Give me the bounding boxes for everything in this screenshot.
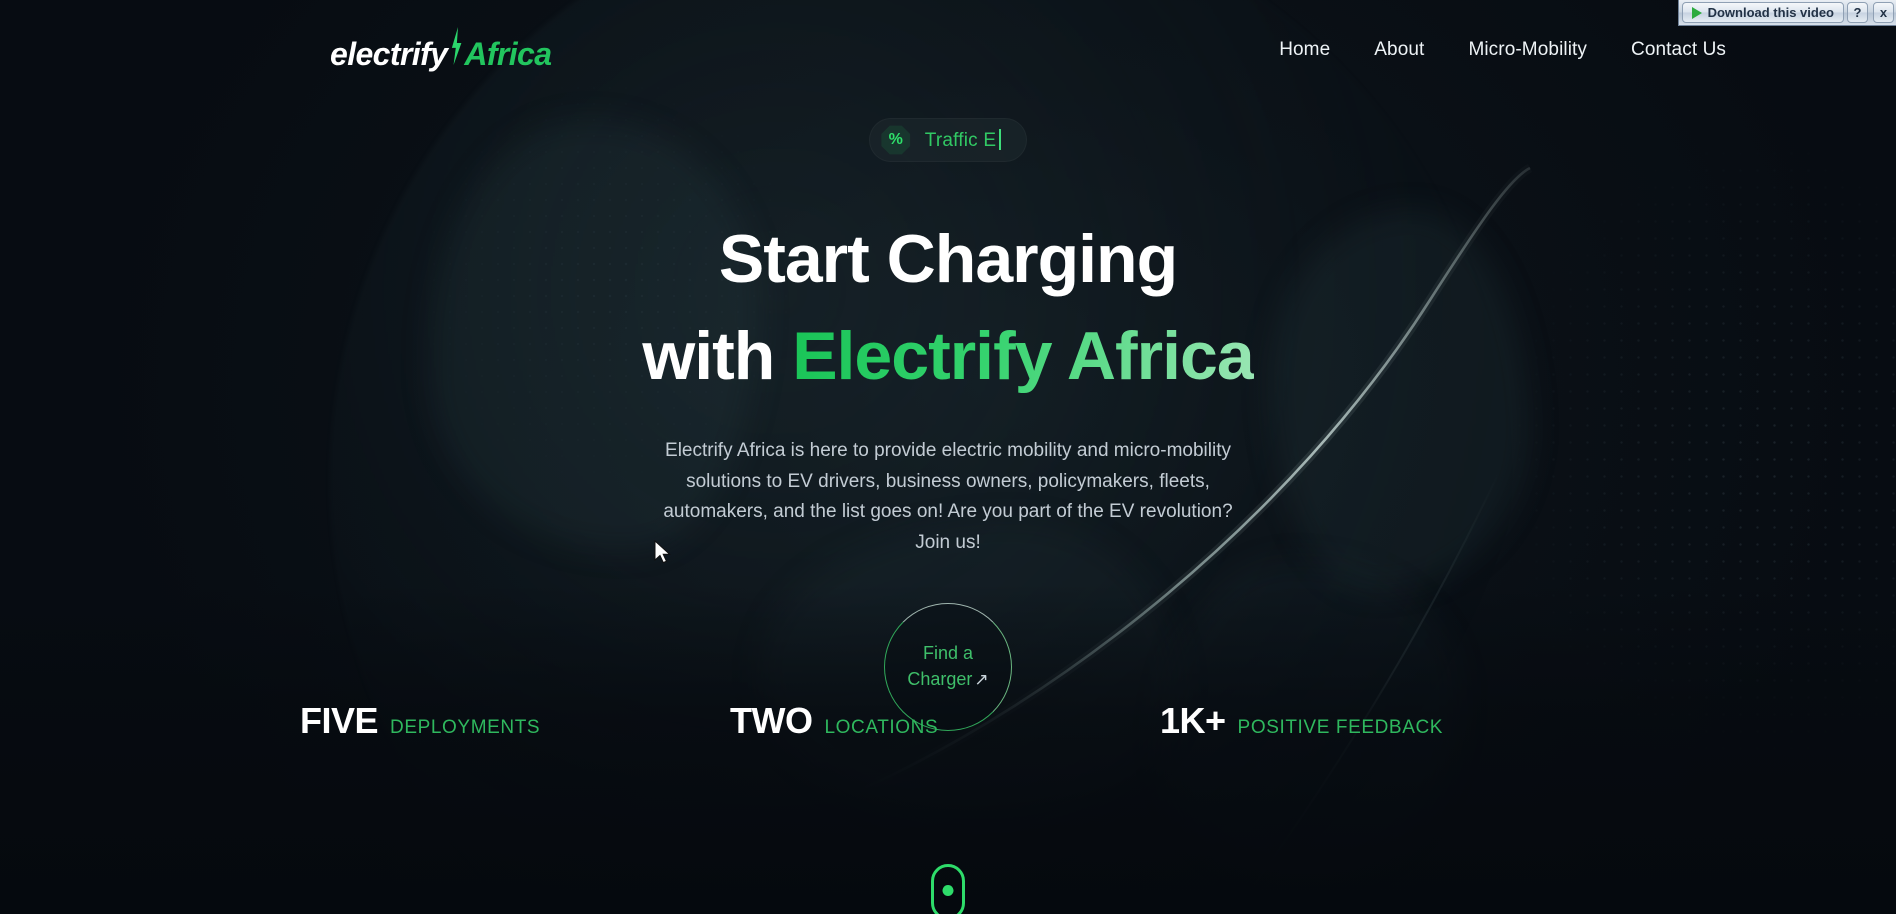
stat-item: FIVE DEPLOYMENTS bbox=[300, 700, 730, 742]
hero-section: % Traffic E Start Charging with Electrif… bbox=[0, 0, 1896, 914]
site-header: electrify Africa Home About Micro-Mobili… bbox=[0, 0, 1896, 100]
play-triangle-icon bbox=[1691, 6, 1702, 19]
percent-icon: % bbox=[881, 125, 911, 155]
download-video-extension-bar: Download this video ? x bbox=[1677, 0, 1896, 26]
find-a-charger-label: Find a Charger ↗ bbox=[907, 641, 988, 692]
cta-line-1: Find a bbox=[922, 643, 974, 664]
help-button[interactable]: ? bbox=[1847, 2, 1868, 23]
stat-number: 1K+ bbox=[1160, 700, 1226, 741]
typing-caret bbox=[999, 128, 1002, 150]
stat-label: POSITIVE FEEDBACK bbox=[1237, 717, 1444, 738]
logo-text-primary: electrify bbox=[330, 36, 448, 72]
cta-line-2: Charger bbox=[907, 668, 973, 689]
headline-line-2: with Electrify Africa bbox=[642, 315, 1254, 398]
headline-accent: Electrify Africa bbox=[792, 317, 1254, 394]
stat-number: FIVE bbox=[300, 700, 379, 741]
stat-item: 1K+ POSITIVE FEEDBACK bbox=[1160, 700, 1590, 742]
close-button[interactable]: x bbox=[1873, 2, 1894, 23]
headline-line-1: Start Charging bbox=[718, 221, 1178, 297]
landing-page: electrify Africa Home About Micro-Mobili… bbox=[0, 0, 1896, 914]
scroll-dot bbox=[942, 885, 954, 896]
hero-headline: Start Charging with Electrify Africa bbox=[642, 218, 1254, 398]
nav-item-micro-mobility[interactable]: Micro-Mobility bbox=[1468, 39, 1587, 61]
arrow-up-right-icon: ↗ bbox=[974, 669, 989, 689]
nav-item-contact-us[interactable]: Contact Us bbox=[1631, 39, 1726, 61]
stats-row: FIVE DEPLOYMENTS TWO LOCATIONS 1K+ POSIT… bbox=[0, 700, 1896, 742]
traffic-badge[interactable]: % Traffic E bbox=[868, 118, 1028, 162]
logo-text-accent: Africa bbox=[464, 36, 552, 72]
nav-item-home[interactable]: Home bbox=[1279, 39, 1330, 61]
lightning-bolt-icon bbox=[451, 27, 462, 65]
hero-description: Electrify Africa is here to provide elec… bbox=[663, 439, 1233, 554]
traffic-badge-label: Traffic E bbox=[924, 128, 1002, 152]
nav-item-about[interactable]: About bbox=[1374, 39, 1424, 61]
stat-label: DEPLOYMENTS bbox=[390, 717, 541, 738]
stat-number: TWO bbox=[730, 700, 813, 741]
mouse-scroll-icon[interactable] bbox=[931, 864, 965, 914]
main-navigation: Home About Micro-Mobility Contact Us bbox=[1279, 39, 1726, 61]
stat-item: TWO LOCATIONS bbox=[730, 700, 1160, 742]
traffic-badge-text: Traffic E bbox=[924, 129, 997, 151]
download-video-label: Download this video bbox=[1707, 5, 1834, 20]
download-this-video-button[interactable]: Download this video bbox=[1681, 2, 1844, 23]
headline-line-2-prefix: with bbox=[642, 317, 793, 394]
brand-logo[interactable]: electrify Africa bbox=[330, 27, 552, 73]
stat-label: LOCATIONS bbox=[824, 717, 939, 738]
